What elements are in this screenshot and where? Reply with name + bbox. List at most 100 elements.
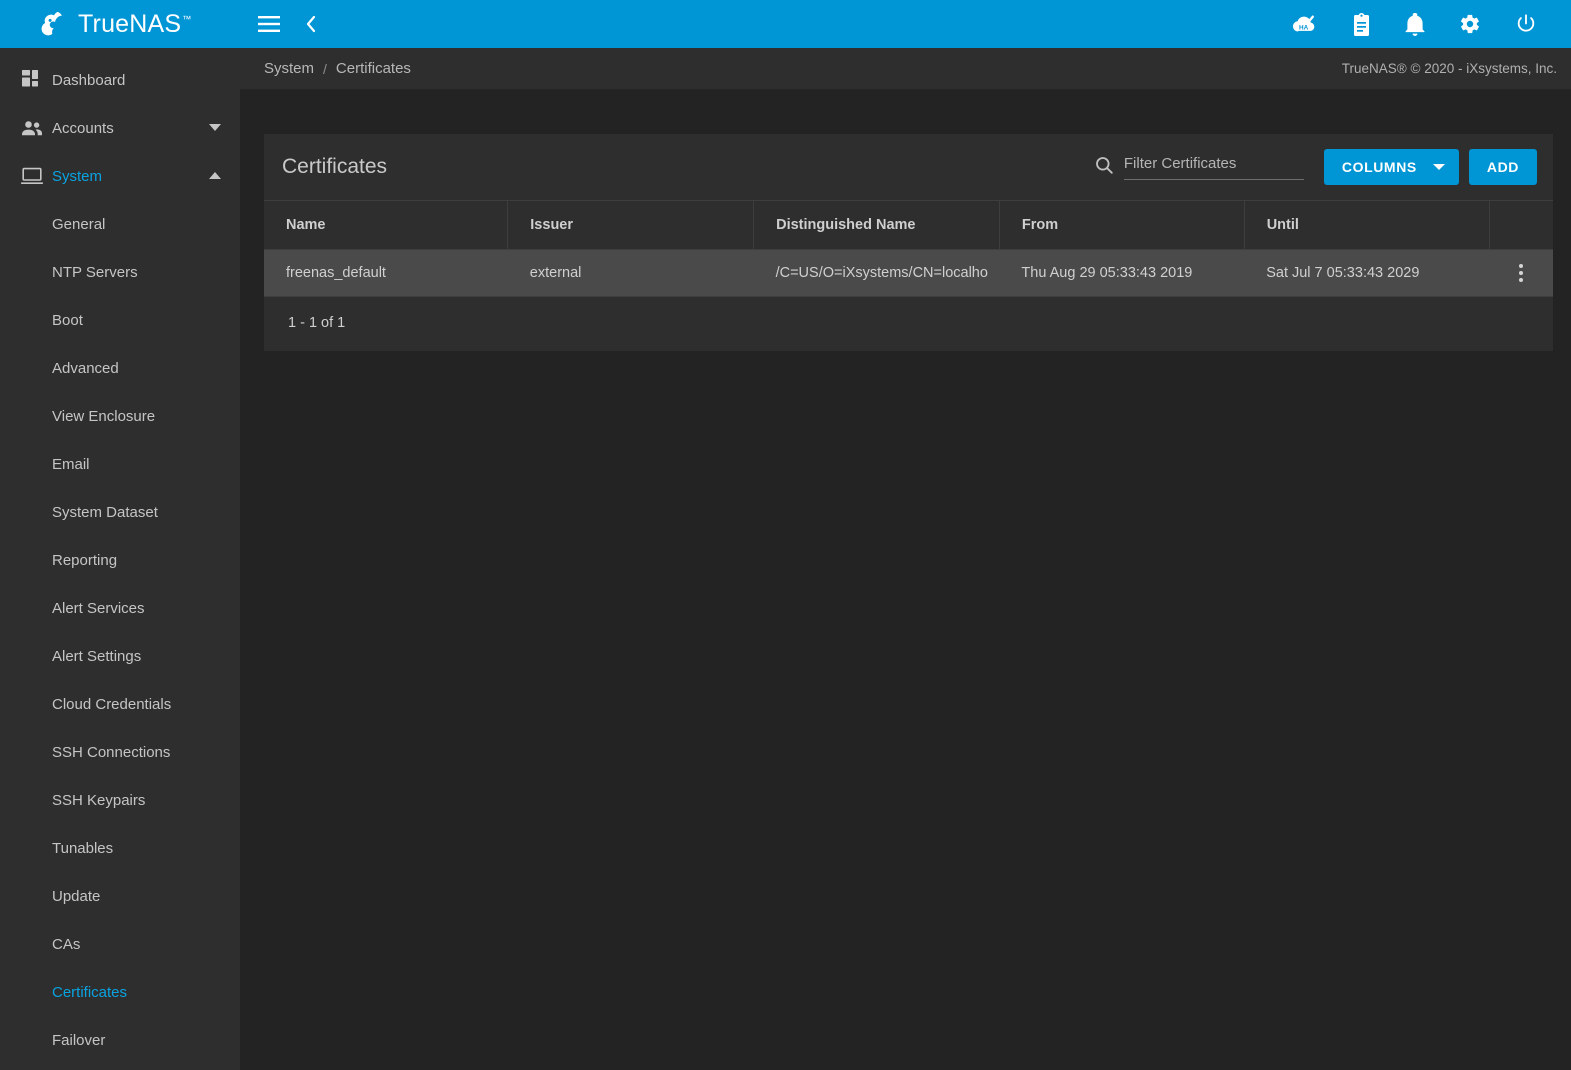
people-icon xyxy=(12,120,52,136)
add-button-label: ADD xyxy=(1486,159,1519,175)
card-header: Certificates CO xyxy=(264,134,1553,200)
columns-button-label: COLUMNS xyxy=(1341,159,1417,175)
table-header-row: Name Issuer Distinguished Name From Unti… xyxy=(264,200,1553,250)
sidebar-subitem-reporting[interactable]: Reporting xyxy=(0,536,240,584)
column-header-until[interactable]: Until xyxy=(1243,200,1489,250)
kebab-dot xyxy=(1519,271,1523,275)
sidebar-subitem-label: Boot xyxy=(52,311,83,329)
brand-trademark: ™ xyxy=(182,14,192,25)
sidebar-subitem-view-enclosure[interactable]: View Enclosure xyxy=(0,392,240,440)
top-bar-actions: HA xyxy=(1288,9,1553,40)
filter-area xyxy=(1095,152,1304,182)
cell-actions xyxy=(1489,250,1553,297)
cell-from: Thu Aug 29 05:33:43 2019 xyxy=(1021,265,1193,281)
sidebar-subitem-label: SSH Connections xyxy=(52,743,171,761)
search-icon xyxy=(1095,156,1114,180)
sidebar-subitem-label: Failover xyxy=(52,1031,106,1049)
sidebar-subitem-label: Certificates xyxy=(52,983,128,1001)
sidebar-subitem-boot[interactable]: Boot xyxy=(0,296,240,344)
cell-name: freenas_default xyxy=(286,265,386,281)
columns-button[interactable]: COLUMNS xyxy=(1323,149,1459,185)
brand-area: TrueNAS™ xyxy=(0,0,240,48)
sidebar-item-label: Accounts xyxy=(52,119,114,137)
hamburger-menu-icon[interactable] xyxy=(254,12,284,36)
sidebar-subitem-alert-settings[interactable]: Alert Settings xyxy=(0,632,240,680)
sidebar-item-label: System xyxy=(52,167,103,185)
table-row[interactable]: freenas_default external /C=US/O=iXsyste… xyxy=(264,249,1553,297)
sidebar-subitem-alert-services[interactable]: Alert Services xyxy=(0,584,240,632)
search-input[interactable] xyxy=(1123,152,1304,180)
power-icon[interactable] xyxy=(1511,9,1541,39)
column-header-actions xyxy=(1488,200,1553,250)
sidebar-subitem-general[interactable]: General xyxy=(0,200,240,248)
top-bar-main: HA xyxy=(240,0,1571,48)
sidebar-item-dashboard[interactable]: Dashboard xyxy=(0,56,240,104)
sidebar-subitem-certificates[interactable]: Certificates xyxy=(0,968,240,1016)
clipboard-tasks-icon[interactable] xyxy=(1348,9,1375,40)
sidebar-subitem-advanced[interactable]: Advanced xyxy=(0,344,240,392)
breadcrumb-item-system[interactable]: System xyxy=(264,60,314,77)
sidebar-subitem-label: Cloud Credentials xyxy=(52,695,172,713)
sidebar-subitem-label: Alert Settings xyxy=(52,647,142,665)
column-header-issuer[interactable]: Issuer xyxy=(507,200,754,250)
dashboard-grid-icon xyxy=(12,70,52,90)
sidebar-subitem-label: Advanced xyxy=(52,359,119,377)
table-head: Name Issuer Distinguished Name From Unti… xyxy=(264,200,1553,250)
certificates-table: Name Issuer Distinguished Name From Unti… xyxy=(264,200,1553,296)
sidebar-subitem-label: Reporting xyxy=(52,551,118,569)
sidebar-subitem-failover[interactable]: Failover xyxy=(0,1016,240,1064)
sidebar-item-accounts[interactable]: Accounts xyxy=(0,104,240,152)
sidebar-item-system[interactable]: System xyxy=(0,152,240,200)
content-area: Certificates CO xyxy=(240,90,1571,1070)
sidebar-subitem-label: View Enclosure xyxy=(52,407,156,425)
gear-settings-icon[interactable] xyxy=(1455,9,1485,39)
copyright-text: TrueNAS® © 2020 - iXsystems, Inc. xyxy=(1341,61,1557,76)
page-title: Certificates xyxy=(282,155,388,178)
top-bar: TrueNAS™ HA xyxy=(0,0,1571,48)
sidebar-subitem-system-dataset[interactable]: System Dataset xyxy=(0,488,240,536)
sidebar-subitem-tunables[interactable]: Tunables xyxy=(0,824,240,872)
sidebar-subitem-ssh-keypairs[interactable]: SSH Keypairs xyxy=(0,776,240,824)
top-bar-left-controls xyxy=(254,10,322,38)
sidebar-subitem-label: CAs xyxy=(52,935,81,953)
pagination-status: 1 - 1 of 1 xyxy=(264,296,1553,351)
chevron-down-icon[interactable] xyxy=(206,124,224,132)
cell-issuer: external xyxy=(529,265,582,281)
kebab-menu-icon[interactable] xyxy=(1511,256,1531,290)
sidebar-subitem-label: General xyxy=(52,215,106,233)
kebab-dot xyxy=(1519,278,1523,282)
sidebar-subitem-label: NTP Servers xyxy=(52,263,138,281)
monitor-icon xyxy=(12,167,52,185)
chevron-up-icon[interactable] xyxy=(206,172,224,180)
sidebar-subitem-label: System Dataset xyxy=(52,503,158,521)
svg-text:HA: HA xyxy=(1299,24,1309,31)
cell-until: Sat Jul 7 05:33:43 2029 xyxy=(1266,265,1420,281)
sidebar-subitem-label: Tunables xyxy=(52,839,114,857)
sidebar-subitem-label: Email xyxy=(52,455,90,473)
cell-distinguished-name: /C=US/O=iXsystems/CN=localho xyxy=(775,265,988,281)
truenas-app-window: TrueNAS™ HA Dashboard Accounts System Ge… xyxy=(0,0,1571,1070)
column-header-distinguished-name[interactable]: Distinguished Name xyxy=(753,200,1000,250)
breadcrumb-item-certificates: Certificates xyxy=(335,60,411,77)
add-button[interactable]: ADD xyxy=(1468,149,1537,185)
chevron-down-icon xyxy=(1432,164,1445,170)
sidebar-subitem-ntp-servers[interactable]: NTP Servers xyxy=(0,248,240,296)
ha-status-cloud-check-icon[interactable]: HA xyxy=(1288,10,1322,38)
sidebar-subitem-label: SSH Keypairs xyxy=(52,791,146,809)
sidebar-subitem-label: Update xyxy=(52,887,101,905)
bell-notifications-icon[interactable] xyxy=(1401,9,1429,40)
chevron-left-icon[interactable] xyxy=(300,10,322,38)
kebab-dot xyxy=(1519,264,1523,268)
app-body: Dashboard Accounts System General NTP Se… xyxy=(0,48,1571,1070)
sidebar-subitem-email[interactable]: Email xyxy=(0,440,240,488)
sidebar-subitem-cloud-credentials[interactable]: Cloud Credentials xyxy=(0,680,240,728)
certificates-card: Certificates CO xyxy=(264,134,1553,351)
table-body: freenas_default external /C=US/O=iXsyste… xyxy=(264,249,1553,297)
column-header-from[interactable]: From xyxy=(998,200,1245,250)
sidebar-subitem-ssh-connections[interactable]: SSH Connections xyxy=(0,728,240,776)
sidebar-subitem-label: Alert Services xyxy=(52,599,145,617)
brand-name: TrueNAS™ xyxy=(78,9,192,38)
column-header-name[interactable]: Name xyxy=(264,200,508,250)
sidebar-subitem-update[interactable]: Update xyxy=(0,872,240,920)
sidebar-subitem-cas[interactable]: CAs xyxy=(0,920,240,968)
